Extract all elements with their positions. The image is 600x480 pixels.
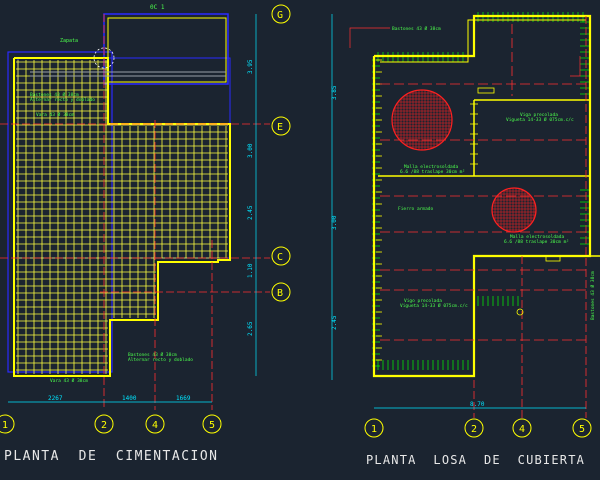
dim-left-bottom-1: 2267 <box>48 395 63 402</box>
foundation-label-4: Vara 43 Ø 38cm <box>36 111 74 118</box>
svg-text:2: 2 <box>471 424 477 435</box>
svg-text:5: 5 <box>579 424 585 435</box>
foundation-label-7: Vara 43 Ø 38cm <box>50 377 88 384</box>
axis-bubble-b: B <box>271 282 291 302</box>
svg-text:2: 2 <box>101 420 107 431</box>
svg-text:B: B <box>277 288 283 299</box>
roof-leader-1 <box>349 27 390 48</box>
svg-text:C: C <box>277 252 283 263</box>
foundation-plan-title: PLANTA DE CIMENTACION <box>4 449 219 464</box>
foundation-rebar-vertical <box>17 60 227 374</box>
svg-text:1: 1 <box>2 420 8 431</box>
axis-bubble-left-4: 4 <box>145 414 165 434</box>
roof-slab-plan: 8.70 3.85 3.00 2.45 Bastones 43 Ø 38cm V… <box>331 12 600 467</box>
roof-beams <box>380 24 586 341</box>
dim-right-vertical-2: 3.00 <box>331 215 338 230</box>
axis-bubble-g: G <box>271 4 291 24</box>
roof-stirrups-top <box>372 12 590 370</box>
axis-bubble-right-5: 5 <box>572 418 592 438</box>
dim-left-vertical-3: 2.45 <box>247 205 254 220</box>
dim-left-vertical-2: 3.00 <box>247 143 254 158</box>
foundation-label-5: Bastones 43 Ø 38cm <box>128 351 177 358</box>
dim-right-bottom: 8.70 <box>470 401 485 408</box>
foundation-upper-room-frame <box>103 13 229 85</box>
svg-text:4: 4 <box>519 424 525 435</box>
roof-label-5: 6.6 /88 traslape 30cm m² <box>400 169 465 175</box>
dim-left-bottom-2: 1400 <box>122 395 137 402</box>
foundation-label-3: Alternar recto y doblado <box>30 97 95 103</box>
axis-bubble-left-2: 2 <box>94 414 114 434</box>
dim-left-vertical-1: 3.95 <box>247 59 254 74</box>
foundation-label-1: Zapata <box>60 38 78 44</box>
roof-leader-2 <box>570 56 581 77</box>
foundation-header-label: 0C 1 <box>150 4 165 11</box>
dim-left-vertical-5: 2.65 <box>247 321 254 336</box>
dim-right-vertical-1: 3.85 <box>331 85 338 100</box>
structural-plans-svg: 3.95 3.00 2.45 1.10 2.65 2267 1400 1669 … <box>0 4 600 467</box>
roof-label-1: Bastones 43 Ø 38cm <box>392 25 441 32</box>
axis-bubble-right-2: 2 <box>464 418 484 438</box>
svg-text:1: 1 <box>371 424 377 435</box>
svg-text:4: 4 <box>152 420 158 431</box>
roof-hatch-circle-1 <box>391 89 453 151</box>
dim-left-bottom-3: 1669 <box>176 395 191 402</box>
dim-left-vertical-4: 1.10 <box>247 263 254 278</box>
axis-bubble-c: C <box>271 246 291 266</box>
roof-label-3: Vigueta 14-33 Ø 075cm.c/c <box>506 116 574 123</box>
roof-label-6: Fierro armado <box>398 206 434 212</box>
cad-drawing-viewport[interactable]: 3.95 3.00 2.45 1.10 2.65 2267 1400 1669 … <box>0 0 600 480</box>
foundation-label-6: Alternar recto y doblado <box>128 357 193 363</box>
roof-plan-title: PLANTA LOSA DE CUBIERTA <box>366 453 585 467</box>
foundation-plan: 3.95 3.00 2.45 1.10 2.65 2267 1400 1669 … <box>0 4 291 464</box>
svg-text:G: G <box>277 10 283 21</box>
svg-text:5: 5 <box>209 420 215 431</box>
axis-bubble-left-5: 5 <box>202 414 222 434</box>
roof-label-8: 6.6 /88 traslape 30cm m² <box>504 239 569 245</box>
roof-hatch-circle-2 <box>491 187 537 233</box>
axis-bubble-left-1: 1 <box>0 414 15 434</box>
roof-label-10: Vigueta 14-33 Ø 075cm.c/c <box>400 302 468 309</box>
roof-label-11: Bastones 43 Ø 38cm <box>589 271 596 320</box>
svg-text:E: E <box>277 122 283 133</box>
roof-detail-box <box>477 87 495 94</box>
axis-bubble-right-4: 4 <box>512 418 532 438</box>
dim-right-vertical-3: 2.45 <box>331 315 338 330</box>
foundation-label-2: Bastones 43 Ø 38cm <box>30 91 79 98</box>
axis-bubble-right-1: 1 <box>364 418 384 438</box>
axis-bubble-e: E <box>271 116 291 136</box>
